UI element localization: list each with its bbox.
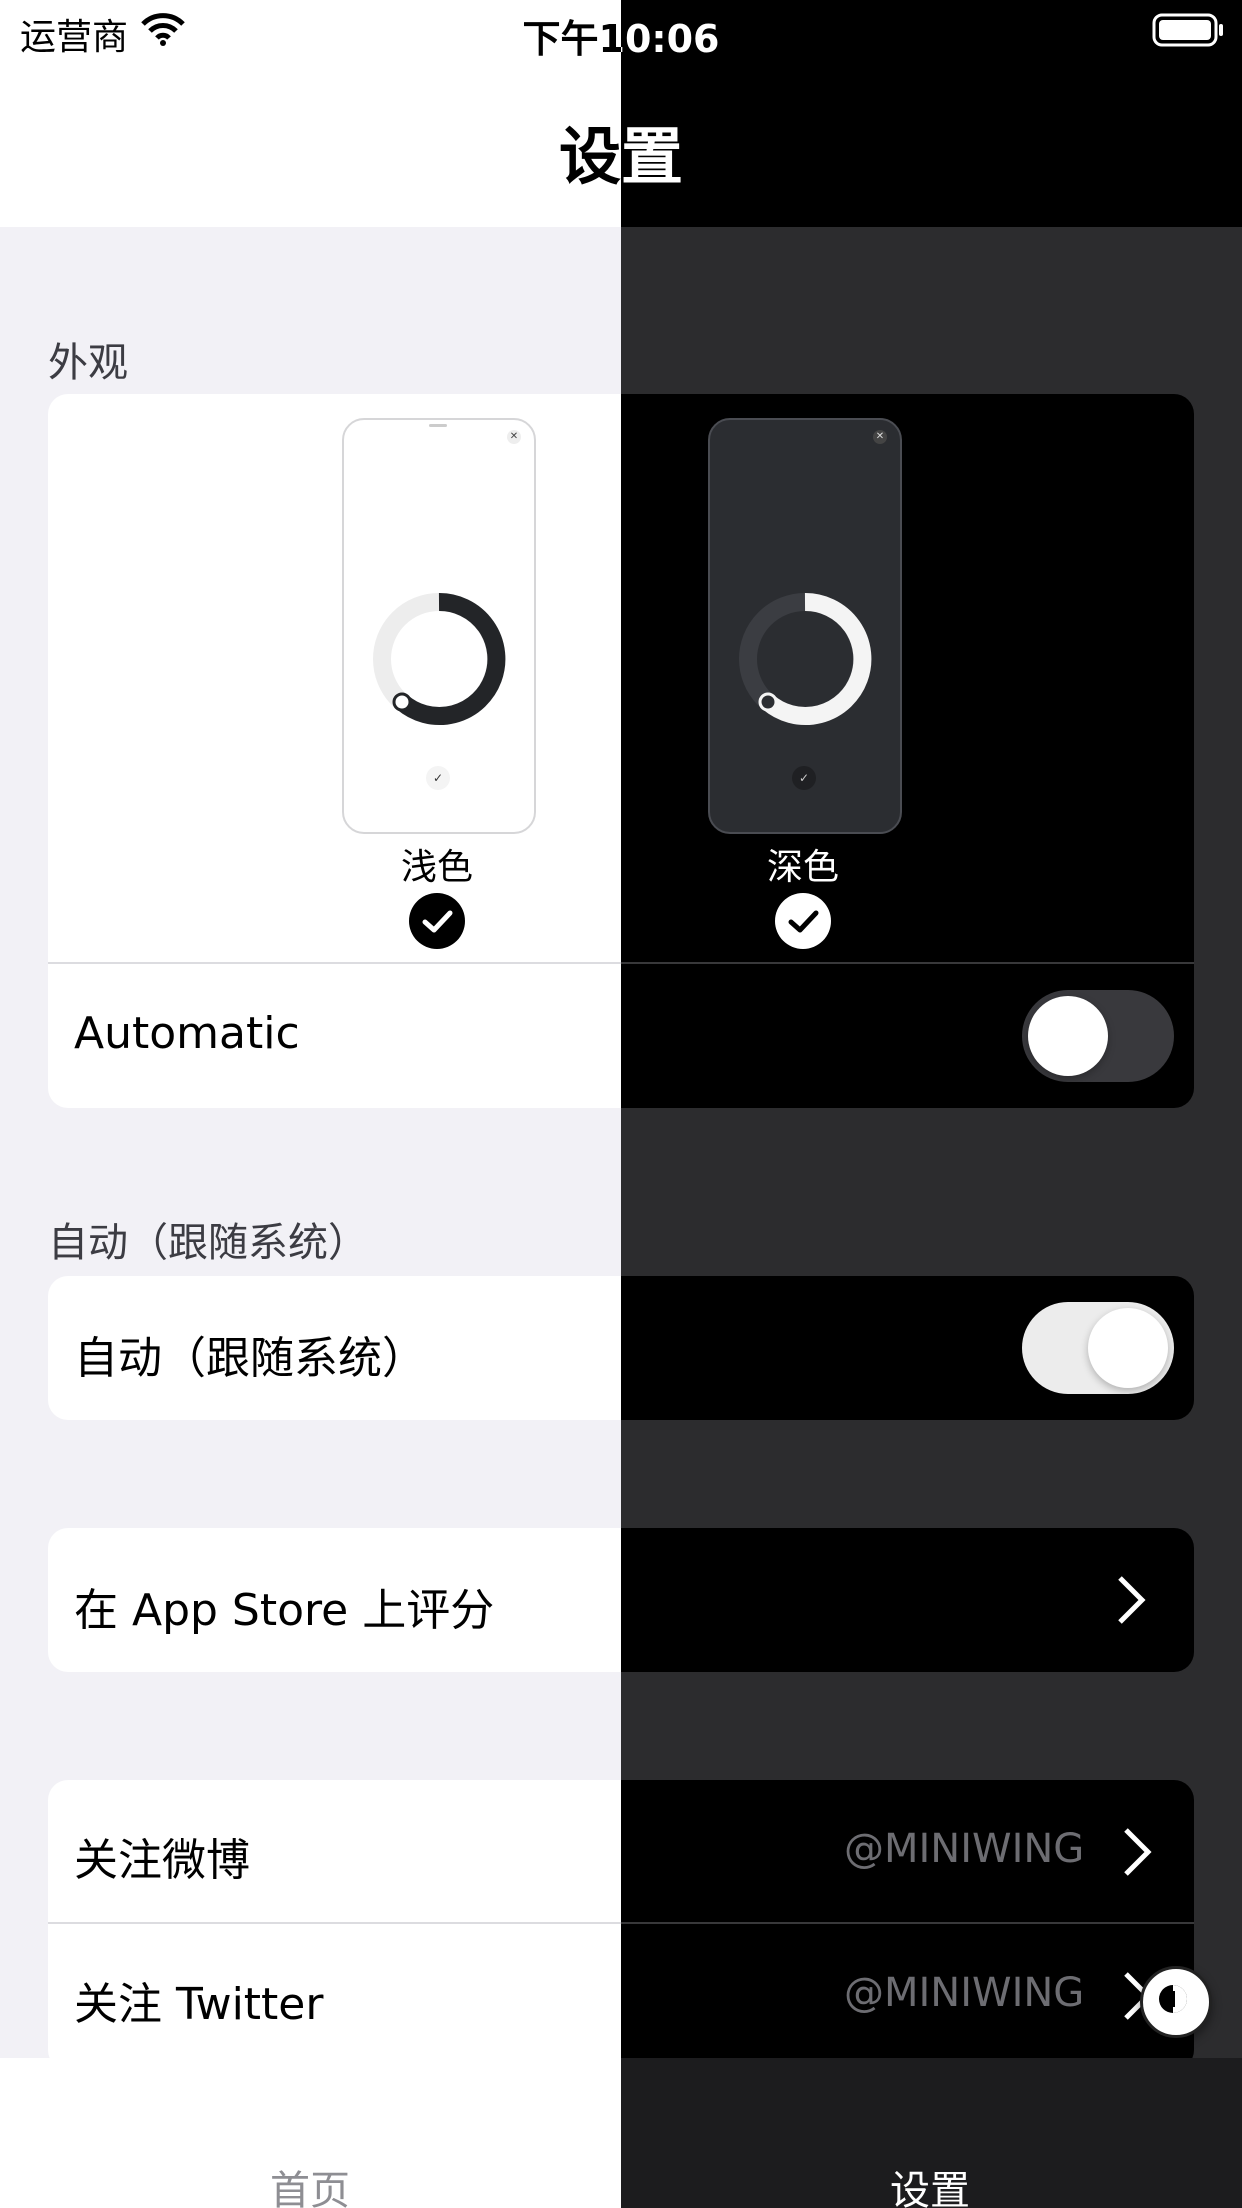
- status-time: 下午10:06: [522, 17, 621, 61]
- rate-app-row[interactable]: 在 App Store 上评分: [48, 1528, 621, 1672]
- light-option-label: 浅色: [400, 847, 473, 888]
- navigation-bar: 设置: [0, 60, 621, 227]
- navigation-bar: 设置: [621, 60, 1242, 227]
- weibo-handle: @MINIWING: [844, 1826, 1085, 1872]
- automatic-toggle[interactable]: [1022, 990, 1174, 1082]
- follow-twitter-row[interactable]: 关注 Twitter @MINIWING: [48, 1924, 621, 2066]
- chevron-right-icon: [1118, 1576, 1146, 1624]
- close-icon: ✕: [507, 430, 521, 444]
- status-bar: 下午10:06: [621, 0, 1242, 61]
- tab-bar: 首页 设置: [0, 2058, 621, 2208]
- small-check-icon: ✓: [426, 766, 450, 790]
- light-selected-check-icon[interactable]: [409, 893, 465, 949]
- light-theme-half: 运营商 下午10:06 设置 外观 ✕ ✓: [0, 0, 621, 2208]
- follow-weibo-row[interactable]: 关注微博 @MINIWING: [48, 1780, 621, 1922]
- appearance-card: ✕ ✓ 浅色 ✕ ✓: [48, 394, 621, 1108]
- follow-weibo-label: 关注微博: [74, 1835, 250, 1886]
- section-header-appearance: 外观: [48, 340, 128, 386]
- rate-app-label: 在 App Store 上评分: [74, 1585, 495, 1636]
- auto-follow-system-card: [621, 1276, 1194, 1420]
- status-bar: 运营商 下午10:06: [0, 0, 621, 61]
- tab-settings[interactable]: 设置: [780, 2158, 1080, 2208]
- auto-follow-system-label: 自动（跟随系统）: [74, 1333, 426, 1384]
- follow-twitter-label: 关注 Twitter: [74, 1979, 324, 2030]
- close-icon: ✕: [873, 430, 887, 444]
- rate-app-row[interactable]: [621, 1528, 1194, 1672]
- appearance-card: ✕ ✓ 深色: [621, 394, 1194, 1108]
- dark-theme-preview[interactable]: ✕ ✓: [708, 418, 902, 834]
- follow-twitter-row[interactable]: @MINIWING: [621, 1924, 1194, 2066]
- theme-switch-icon[interactable]: [1140, 1966, 1212, 2038]
- tab-bar: 首页 设置: [621, 2058, 1242, 2208]
- status-time: 下午10:06: [621, 17, 720, 61]
- progress-ring-icon: [739, 592, 872, 725]
- small-check-icon: ✓: [792, 766, 816, 790]
- follow-weibo-row[interactable]: @MINIWING: [621, 1780, 1194, 1922]
- page-title: 设置: [621, 120, 683, 193]
- auto-follow-system-card: 自动（跟随系统）: [48, 1276, 621, 1420]
- progress-ring-icon: [373, 592, 506, 725]
- divider: [48, 962, 621, 964]
- dark-selected-check-icon[interactable]: [775, 893, 831, 949]
- auto-follow-system-toggle[interactable]: [1022, 1302, 1174, 1394]
- automatic-label: Automatic: [74, 1008, 300, 1059]
- twitter-handle: @MINIWING: [844, 1970, 1085, 2016]
- divider: [621, 962, 1194, 964]
- dark-theme-half: 下午10:06 设置 外观 ✕: [621, 0, 1242, 2208]
- light-theme-preview[interactable]: ✕ ✓: [342, 418, 536, 834]
- dark-option-label: 深色: [766, 847, 839, 888]
- follow-card: 关注微博 @MINIWING 关注 Twitter @MINIWING: [48, 1780, 621, 2070]
- battery-icon: [1152, 13, 1223, 47]
- section-header-auto: 自动（跟随系统）: [48, 1220, 368, 1266]
- chevron-right-icon: [1124, 1828, 1152, 1876]
- follow-card: @MINIWING @MINIWING: [621, 1780, 1194, 2070]
- page-title: 设置: [558, 120, 621, 193]
- tab-home[interactable]: 首页: [160, 2158, 460, 2208]
